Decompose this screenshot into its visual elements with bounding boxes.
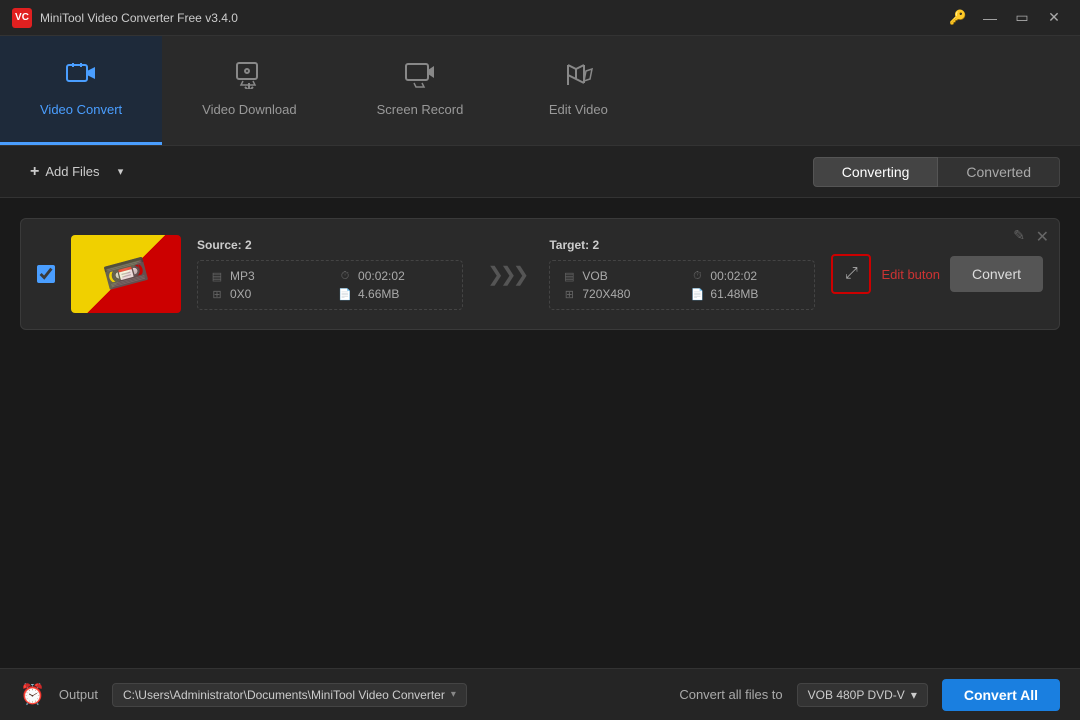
filesize-icon: 📄 [338, 288, 352, 301]
target-duration: 00:02:02 [710, 269, 757, 283]
add-files-dropdown-button[interactable]: ▾ [110, 158, 132, 186]
card-edit-top-button[interactable]: ✎ [1013, 227, 1025, 244]
tab-edit-video[interactable]: Edit Video [503, 36, 653, 145]
format-label-text: VOB 480P DVD-V [808, 688, 905, 702]
target-size-row: 📄 61.48MB [690, 287, 802, 301]
maximize-button[interactable]: ▭ [1008, 7, 1036, 29]
duration-icon: ⏱ [338, 270, 352, 283]
source-size-row: 📄 4.66MB [338, 287, 450, 301]
target-resolution-row: ⊞ 720X480 [562, 287, 674, 301]
action-buttons: ⤢ Edit buton Convert [831, 254, 1043, 294]
target-panel: Target: 2 ▤ VOB ⏱ 00:02:02 ⊞ 720X480 📄 6… [549, 238, 815, 310]
source-duration-row: ⏱ 00:02:02 [338, 269, 450, 283]
tab-screen-record-label: Screen Record [377, 102, 464, 117]
tab-video-convert-label: Video Convert [40, 102, 122, 117]
main-content: 📼 Source: 2 ▤ MP3 ⏱ 00:02:02 ⊞ 0X0 [0, 198, 1080, 668]
edit-icon: ⤢ [845, 265, 858, 283]
resolution-icon: ⊞ [210, 288, 224, 301]
format-dropdown-icon: ▾ [911, 688, 917, 702]
target-format-icon: ▤ [562, 270, 576, 283]
target-header: Target: 2 [549, 238, 815, 252]
close-button[interactable]: ✕ [1040, 7, 1068, 29]
card-edit-icon: ✎ [1013, 227, 1025, 243]
dropdown-arrow-icon: ▾ [118, 165, 124, 178]
target-resolution-icon: ⊞ [562, 288, 576, 301]
arrows-icon: ❯❯❯ [487, 262, 525, 287]
tab-edit-video-label: Edit Video [549, 102, 608, 117]
file-thumbnail: 📼 [71, 235, 181, 313]
source-duration: 00:02:02 [358, 269, 405, 283]
source-resolution-row: ⊞ 0X0 [210, 287, 322, 301]
tab-video-download[interactable]: Video Download [162, 36, 336, 145]
app-logo: VC [12, 8, 32, 28]
target-resolution: 720X480 [582, 287, 630, 301]
tab-screen-record[interactable]: Screen Record [337, 36, 504, 145]
target-duration-icon: ⏱ [690, 270, 704, 283]
edit-button[interactable]: ⤢ [831, 254, 871, 294]
output-path-button[interactable]: C:\Users\Administrator\Documents\MiniToo… [112, 683, 467, 707]
target-info-grid: ▤ VOB ⏱ 00:02:02 ⊞ 720X480 📄 61.48MB [549, 260, 815, 310]
format-icon: ▤ [210, 270, 224, 283]
add-files-button[interactable]: + Add Files [20, 157, 110, 187]
target-format: VOB [582, 269, 607, 283]
source-info-grid: ▤ MP3 ⏱ 00:02:02 ⊞ 0X0 📄 4.66MB [197, 260, 463, 310]
titlebar: VC MiniTool Video Converter Free v3.4.0 … [0, 0, 1080, 36]
source-format-row: ▤ MP3 [210, 269, 322, 283]
bottombar: ⏰ Output C:\Users\Administrator\Document… [0, 668, 1080, 720]
screen-record-icon [404, 61, 436, 94]
target-duration-row: ⏱ 00:02:02 [690, 269, 802, 283]
convert-all-files-label: Convert all files to [679, 687, 782, 702]
window-controls: 🔑 — ▭ ✕ [944, 7, 1068, 29]
video-convert-icon [65, 61, 97, 94]
convert-button[interactable]: Convert [950, 256, 1043, 292]
edit-video-icon [562, 61, 594, 94]
target-filesize-icon: 📄 [690, 288, 704, 301]
edit-label: Edit buton [881, 267, 940, 282]
source-header: Source: 2 [197, 238, 463, 252]
tab-video-convert[interactable]: Video Convert [0, 36, 162, 145]
card-close-button[interactable]: ✕ [1036, 227, 1049, 247]
add-files-label: Add Files [45, 164, 99, 179]
key-button[interactable]: 🔑 [944, 7, 972, 29]
source-resolution: 0X0 [230, 287, 251, 301]
toolbar: + Add Files ▾ Converting Converted [0, 146, 1080, 198]
tab-switcher: Converting Converted [813, 157, 1060, 187]
card-close-icon: ✕ [1036, 229, 1049, 246]
minimize-button[interactable]: — [976, 7, 1004, 29]
output-path-text: C:\Users\Administrator\Documents\MiniToo… [123, 688, 445, 702]
video-download-icon [233, 61, 265, 94]
file-card: 📼 Source: 2 ▤ MP3 ⏱ 00:02:02 ⊞ 0X0 [20, 218, 1060, 330]
format-select-button[interactable]: VOB 480P DVD-V ▾ [797, 683, 928, 707]
converted-tab-button[interactable]: Converted [938, 157, 1060, 187]
source-size: 4.66MB [358, 287, 399, 301]
source-panel: Source: 2 ▤ MP3 ⏱ 00:02:02 ⊞ 0X0 📄 4.66M… [197, 238, 463, 310]
convert-arrows: ❯❯❯ [479, 262, 533, 287]
converting-tab-button[interactable]: Converting [813, 157, 939, 187]
output-path-dropdown-icon: ▾ [451, 689, 456, 700]
add-files-plus-icon: + [30, 163, 39, 181]
navbar: Video Convert Video Download Screen Reco… [0, 36, 1080, 146]
target-size: 61.48MB [710, 287, 758, 301]
cassette-icon: 📼 [99, 248, 153, 300]
source-format: MP3 [230, 269, 255, 283]
target-format-row: ▤ VOB [562, 269, 674, 283]
convert-all-button[interactable]: Convert All [942, 679, 1060, 711]
output-label: Output [59, 687, 98, 702]
app-title: MiniTool Video Converter Free v3.4.0 [40, 11, 944, 25]
tab-video-download-label: Video Download [202, 102, 296, 117]
clock-icon: ⏰ [20, 682, 45, 707]
file-checkbox[interactable] [37, 265, 55, 283]
